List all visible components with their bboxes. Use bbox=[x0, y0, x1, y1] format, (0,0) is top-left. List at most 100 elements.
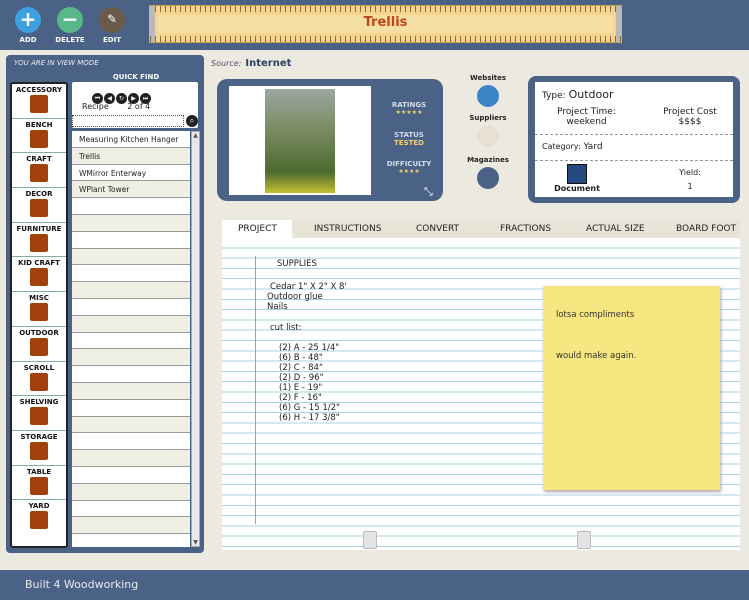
recipe-list-item[interactable] bbox=[72, 248, 190, 266]
recipe-list-item[interactable] bbox=[72, 366, 190, 383]
category-label: SCROLL bbox=[23, 363, 55, 372]
category-table[interactable]: TABLE bbox=[12, 466, 66, 501]
category-kid-craft[interactable]: KID CRAFT bbox=[12, 257, 66, 293]
info-panel: Type: Outdoor Project Time: weekend Proj… bbox=[528, 76, 740, 203]
add-button[interactable]: + ADD bbox=[6, 7, 50, 44]
pencil-icon: ✎ bbox=[99, 7, 125, 33]
recipe-list-item[interactable] bbox=[72, 332, 190, 350]
search-icon[interactable]: ⌕ bbox=[186, 115, 198, 127]
category-storage[interactable]: STORAGE bbox=[12, 431, 66, 466]
category-misc[interactable]: MISC bbox=[12, 292, 66, 327]
recipe-list-scrollbar[interactable]: ▲ ▼ bbox=[191, 131, 200, 547]
page-tab-right[interactable] bbox=[577, 531, 591, 549]
category-icon bbox=[30, 95, 48, 113]
edit-button[interactable]: ✎ EDIT bbox=[90, 7, 134, 44]
category-accessory[interactable]: ACCESSORY bbox=[12, 84, 66, 119]
sticky-note[interactable]: lotsa compliments would make again. bbox=[543, 286, 720, 490]
recipe-list-item[interactable] bbox=[72, 298, 190, 316]
source-label: Source: bbox=[211, 59, 242, 68]
category-craft[interactable]: CRAFT bbox=[12, 153, 66, 189]
type-field: Type: Outdoor bbox=[542, 88, 614, 101]
recipe-list-item[interactable] bbox=[72, 315, 190, 333]
type-value: Outdoor bbox=[568, 88, 614, 101]
scroll-down-icon[interactable]: ▼ bbox=[192, 539, 199, 546]
recipe-list-item[interactable] bbox=[72, 517, 190, 535]
category-label: TABLE bbox=[26, 467, 52, 476]
recipe-list-item[interactable] bbox=[72, 349, 190, 367]
status: STATUS TESTED bbox=[385, 131, 433, 147]
category-label: YARD bbox=[28, 502, 50, 511]
trellis-photo bbox=[265, 89, 335, 193]
yield-label: Yield: bbox=[679, 168, 701, 177]
difficulty-value: ★★★★ bbox=[398, 168, 420, 175]
recipe-list-item[interactable] bbox=[72, 198, 190, 215]
category-label: OUTDOOR bbox=[19, 328, 59, 337]
tab-convert[interactable]: CONVERT bbox=[416, 224, 459, 234]
quick-find-label: QUICK FIND bbox=[112, 73, 160, 81]
category-label: SHELVING bbox=[19, 398, 59, 407]
tab-fractions[interactable]: FRACTIONS bbox=[500, 224, 551, 234]
recipe-list-item[interactable] bbox=[72, 433, 190, 451]
quick-find-box: ⏮ ◀ ↻ ▶ ⏭ Recipe 2 of 4 ⌕ bbox=[72, 82, 198, 128]
ratings: RATINGS ★★★★★ bbox=[385, 101, 433, 116]
recipe-list-item[interactable] bbox=[72, 265, 190, 283]
scroll-up-icon[interactable]: ▲ bbox=[192, 132, 199, 139]
document-button[interactable]: Document bbox=[547, 164, 607, 193]
minus-icon: − bbox=[57, 7, 83, 33]
category-decor[interactable]: DECOR bbox=[12, 188, 66, 223]
category-yard[interactable]: YARD bbox=[12, 500, 66, 535]
basket-icon bbox=[477, 125, 499, 147]
expand-icon[interactable]: ⤡ bbox=[424, 185, 433, 199]
recipe-list-item[interactable] bbox=[72, 416, 190, 434]
project-photo[interactable] bbox=[229, 86, 371, 195]
note-line: would make again. bbox=[556, 351, 637, 361]
recipe-list-item[interactable] bbox=[72, 483, 190, 501]
category-label: BENCH bbox=[25, 120, 53, 129]
category-label: STORAGE bbox=[20, 432, 58, 441]
category-icon bbox=[30, 199, 48, 218]
supplies-heading: SUPPLIES bbox=[277, 259, 317, 269]
tab-actual-size[interactable]: ACTUAL SIZE bbox=[586, 224, 645, 234]
source-line: Source: Internet bbox=[211, 58, 291, 69]
category-scroll[interactable]: SCROLL bbox=[12, 362, 66, 397]
category-outdoor[interactable]: OUTDOOR bbox=[12, 327, 66, 362]
recipe-list-item[interactable] bbox=[72, 466, 190, 484]
project-cost-value: $$$$ bbox=[678, 117, 702, 127]
project-cost: Project Cost $$$$ bbox=[650, 107, 730, 127]
category-icon bbox=[30, 372, 48, 391]
yield-value: 1 bbox=[687, 182, 693, 191]
magazines-link[interactable]: Magazines bbox=[462, 156, 514, 189]
recipe-list-item[interactable]: Measuring Kitchen Hanger bbox=[72, 131, 190, 148]
tab-project[interactable]: PROJECT bbox=[222, 220, 292, 238]
tab-board-foot[interactable]: BOARD FOOT bbox=[676, 224, 736, 234]
type-label: Type: bbox=[542, 91, 566, 101]
tab-bar: PROJECT INSTRUCTIONS CONVERT FRACTIONS A… bbox=[222, 220, 740, 238]
cut-item: (2) F - 16" bbox=[279, 393, 322, 403]
category-shelving[interactable]: SHELVING bbox=[12, 396, 66, 431]
cut-item: (2) D - 96" bbox=[279, 373, 324, 383]
recipe-list-item[interactable] bbox=[72, 282, 190, 299]
tab-instructions[interactable]: INSTRUCTIONS bbox=[314, 224, 381, 234]
websites-link[interactable]: Websites bbox=[462, 74, 514, 107]
recipe-list-item[interactable]: WMirror Enterway bbox=[72, 164, 190, 182]
category-furniture[interactable]: FURNITURE bbox=[12, 223, 66, 258]
recipe-list-item[interactable] bbox=[72, 382, 190, 400]
recipe-list-item[interactable] bbox=[72, 231, 190, 249]
suppliers-link[interactable]: Suppliers bbox=[462, 114, 514, 147]
category-label: FURNITURE bbox=[16, 224, 62, 233]
recipe-list-item[interactable] bbox=[72, 214, 190, 232]
edit-label: EDIT bbox=[103, 36, 121, 44]
delete-button[interactable]: − DELETE bbox=[48, 7, 92, 44]
recipe-list-item[interactable]: WPlant Tower bbox=[72, 181, 190, 199]
recipe-list-item[interactable] bbox=[72, 450, 190, 467]
category-bench[interactable]: BENCH bbox=[12, 119, 66, 154]
cut-item: (1) E - 19" bbox=[279, 383, 323, 393]
recipe-list-item[interactable]: Trellis bbox=[72, 147, 190, 165]
search-input[interactable] bbox=[72, 115, 184, 127]
recipe-list-item[interactable] bbox=[72, 500, 190, 518]
category-icon bbox=[30, 511, 48, 530]
page-tab-left[interactable] bbox=[363, 531, 377, 549]
category-icon bbox=[30, 268, 48, 287]
project-cost-label: Project Cost bbox=[663, 107, 717, 117]
recipe-list-item[interactable] bbox=[72, 399, 190, 417]
